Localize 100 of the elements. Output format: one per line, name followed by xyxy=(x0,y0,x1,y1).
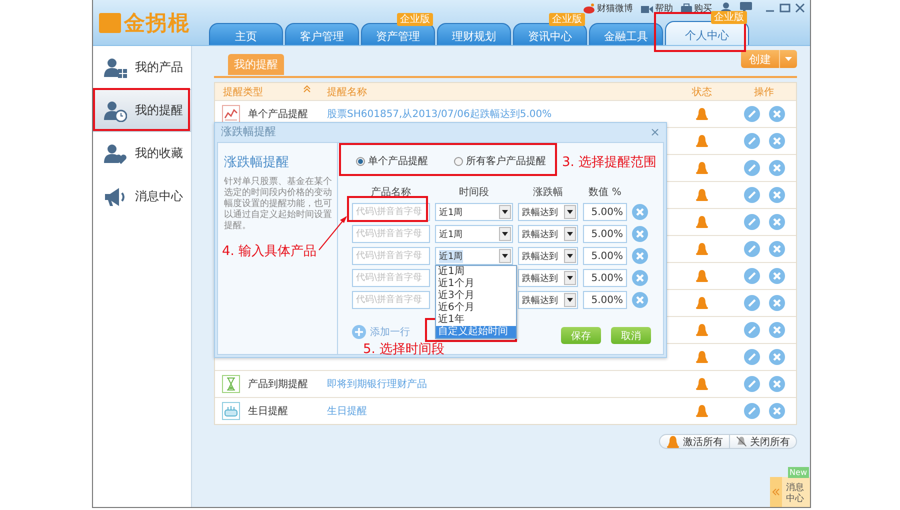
value-input-field[interactable]: 5.00% xyxy=(583,291,627,309)
delete-icon[interactable] xyxy=(768,133,784,149)
nav-tab[interactable]: 个人中心 xyxy=(665,21,749,45)
top-link[interactable]: 帮助 xyxy=(641,2,673,15)
remove-row-icon[interactable] xyxy=(632,292,648,308)
column-header: 状态 xyxy=(692,86,712,98)
value-input-field[interactable]: 5.00% xyxy=(583,225,627,243)
bell-icon[interactable] xyxy=(695,296,709,310)
bell-icon[interactable] xyxy=(695,269,709,283)
sidebar-item[interactable]: 我的收藏 xyxy=(93,132,191,175)
dialog-heading: 涨跌幅提醒 xyxy=(224,154,290,171)
delete-icon[interactable] xyxy=(768,295,784,311)
delete-icon[interactable] xyxy=(768,106,784,122)
column-header: 操作 xyxy=(754,86,774,98)
bell-icon[interactable] xyxy=(695,107,709,121)
reminder-type: 生日提醒 xyxy=(248,404,288,418)
value-input-field[interactable]: 5.00% xyxy=(583,269,627,287)
bell-icon[interactable] xyxy=(695,323,709,337)
plus-icon xyxy=(352,324,366,338)
edit-icon[interactable] xyxy=(744,187,760,203)
delete-icon[interactable] xyxy=(768,241,784,257)
period-option[interactable]: 近6个月 xyxy=(436,302,516,314)
delete-icon[interactable] xyxy=(768,349,784,365)
column-header: 产品名称 xyxy=(370,186,412,199)
delete-icon[interactable] xyxy=(768,160,784,176)
edit-icon[interactable] xyxy=(744,160,760,176)
chart-icon xyxy=(222,105,240,123)
edit-icon[interactable] xyxy=(744,376,760,392)
edit-icon[interactable] xyxy=(744,133,760,149)
maximize-icon[interactable] xyxy=(779,2,791,14)
sidebar-item[interactable]: 我的产品 xyxy=(93,46,191,89)
sort-icon[interactable] xyxy=(303,84,311,92)
activate-all-button[interactable]: 激活所有 xyxy=(659,434,730,449)
remove-row-icon[interactable] xyxy=(632,270,648,286)
change-select[interactable]: 跌幅达到 xyxy=(518,225,578,243)
change-select[interactable]: 跌幅达到 xyxy=(518,269,578,287)
logo: 金拐棍 xyxy=(124,10,190,36)
message-center-button[interactable]: 消息中心 xyxy=(770,477,810,507)
change-select[interactable]: 跌幅达到 xyxy=(518,247,578,265)
delete-icon[interactable] xyxy=(768,214,784,230)
product-input-field[interactable]: 代码\拼音首字母 xyxy=(352,225,430,243)
close-icon[interactable] xyxy=(794,2,806,14)
chat-icon[interactable] xyxy=(740,2,752,13)
period-select[interactable]: 近1周 xyxy=(435,225,513,243)
period-option[interactable]: 自定义起始时间 xyxy=(436,326,516,338)
delete-icon[interactable] xyxy=(768,268,784,284)
edit-icon[interactable] xyxy=(744,241,760,257)
bell-icon[interactable] xyxy=(695,350,709,364)
sidebar-item[interactable]: 消息中心 xyxy=(93,175,191,218)
edit-icon[interactable] xyxy=(744,214,760,230)
edition-badge: 企业版 xyxy=(549,13,585,26)
edit-icon[interactable] xyxy=(744,106,760,122)
edit-icon[interactable] xyxy=(744,295,760,311)
period-option[interactable]: 近1年 xyxy=(436,314,516,326)
change-select[interactable]: 跌幅达到 xyxy=(518,203,578,221)
bell-icon[interactable] xyxy=(695,188,709,202)
user-heart-icon xyxy=(103,142,127,164)
edit-icon[interactable] xyxy=(744,322,760,338)
delete-icon[interactable] xyxy=(768,376,784,392)
period-option[interactable]: 近1个月 xyxy=(436,278,516,290)
value-input-field[interactable]: 5.00% xyxy=(583,203,627,221)
scope-radio[interactable]: 所有客户产品提醒 xyxy=(454,154,546,168)
remove-row-icon[interactable] xyxy=(632,226,648,242)
product-input-field[interactable]: 代码\拼音首字母 xyxy=(352,291,430,309)
period-option[interactable]: 近3个月 xyxy=(436,290,516,302)
remove-row-icon[interactable] xyxy=(632,248,648,264)
top-link[interactable]: 财猫微博 xyxy=(583,2,633,15)
bell-icon[interactable] xyxy=(695,161,709,175)
bell-icon[interactable] xyxy=(695,134,709,148)
product-input-field[interactable]: 代码\拼音首字母 xyxy=(352,203,430,221)
dialog-title: 涨跌幅提醒 xyxy=(221,124,276,139)
edit-icon[interactable] xyxy=(744,403,760,419)
bell-icon[interactable] xyxy=(695,215,709,229)
delete-icon[interactable] xyxy=(768,187,784,203)
period-select[interactable]: 近1周 xyxy=(435,203,513,221)
product-input-field[interactable]: 代码\拼音首字母 xyxy=(352,269,430,287)
caret-icon xyxy=(785,57,792,61)
double-chevron-icon xyxy=(772,488,780,496)
value-input-field[interactable]: 5.00% xyxy=(583,247,627,265)
top-link[interactable]: 购买 xyxy=(681,2,712,15)
delete-icon[interactable] xyxy=(768,403,784,419)
user-clock-icon xyxy=(103,100,127,122)
delete-icon[interactable] xyxy=(768,322,784,338)
bell-icon[interactable] xyxy=(695,377,709,391)
logo-icon xyxy=(99,12,121,32)
bell-icon[interactable] xyxy=(695,242,709,256)
cake-icon xyxy=(222,402,240,420)
bell-icon[interactable] xyxy=(695,404,709,418)
product-input-field[interactable]: 代码\拼音首字母 xyxy=(352,247,430,265)
bell-icon[interactable] xyxy=(666,434,680,448)
remove-row-icon[interactable] xyxy=(632,204,648,220)
period-option[interactable]: 近1周 xyxy=(436,266,516,278)
edit-icon[interactable] xyxy=(744,268,760,284)
scope-radio[interactable]: 单个产品提醒 xyxy=(356,154,428,168)
edit-icon[interactable] xyxy=(744,349,760,365)
annotation-text: 3. 选择提醒范围 xyxy=(562,154,657,171)
close-all-button[interactable]: 关闭所有 xyxy=(730,434,797,449)
annotation-text: 4. 输入具体产品 xyxy=(222,243,317,260)
change-select[interactable]: 跌幅达到 xyxy=(518,291,578,309)
annotation-text: 5. 选择时间段 xyxy=(363,341,445,358)
